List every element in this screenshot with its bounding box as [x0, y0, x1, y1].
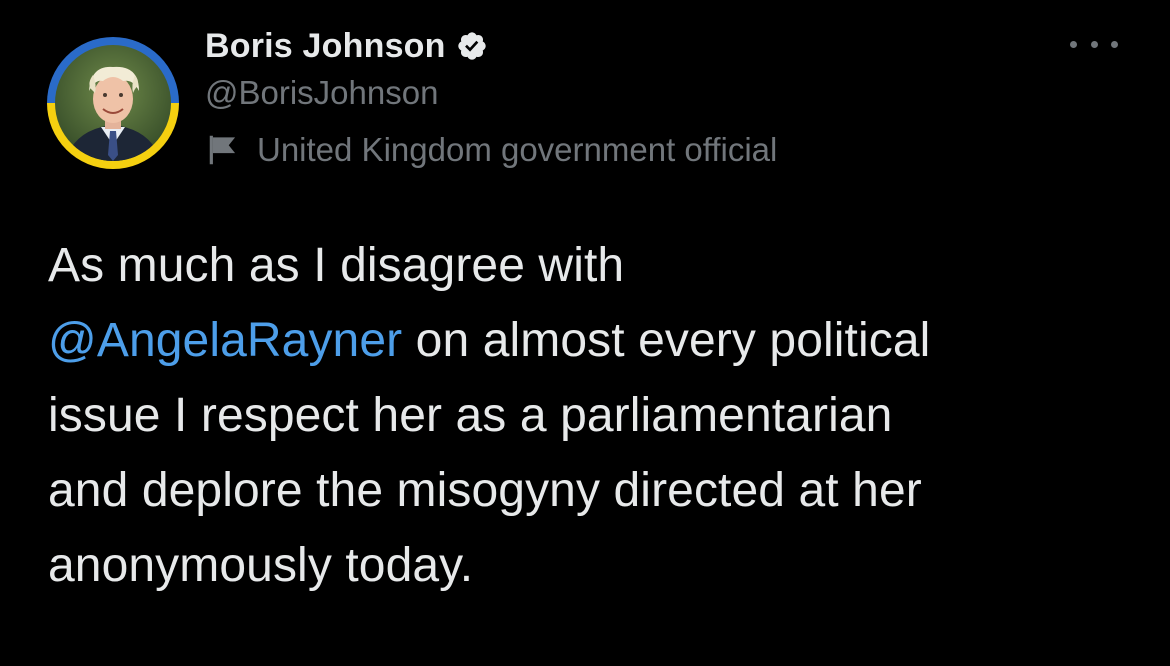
author-handle[interactable]: @BorisJohnson — [205, 74, 438, 112]
dot — [1070, 40, 1077, 48]
avatar[interactable] — [47, 37, 179, 169]
flag-icon — [205, 131, 243, 169]
more-options-icon[interactable] — [1070, 28, 1118, 60]
tweet-card: Boris Johnson @BorisJohnson United Kingd… — [0, 0, 1170, 666]
author-name[interactable]: Boris Johnson — [205, 27, 446, 66]
tweet-line-2-rest: on almost every political — [402, 314, 931, 367]
avatar-portrait-icon — [55, 45, 171, 161]
tweet-line-1: As much as I disagree with — [48, 239, 625, 292]
tweet-line-4: and deplore the misogyny directed at her — [48, 464, 922, 517]
author-name-row: Boris Johnson — [205, 24, 488, 68]
tweet-line-3: issue I respect her as a parliamentarian — [48, 389, 893, 442]
tweet-line-2: @AngelaRayner on almost every political — [48, 303, 1128, 378]
affiliation-text: United Kingdom government official — [257, 131, 778, 168]
verified-badge-icon[interactable] — [456, 30, 488, 62]
tweet-line-5: anonymously today. — [48, 539, 474, 592]
mention-link[interactable]: @AngelaRayner — [48, 314, 402, 367]
tweet-text: As much as I disagree with @AngelaRayner… — [48, 228, 1128, 603]
avatar-photo — [55, 45, 171, 161]
dot — [1111, 40, 1118, 48]
dot — [1090, 40, 1098, 48]
affiliation-label: United Kingdom government official — [205, 128, 777, 172]
